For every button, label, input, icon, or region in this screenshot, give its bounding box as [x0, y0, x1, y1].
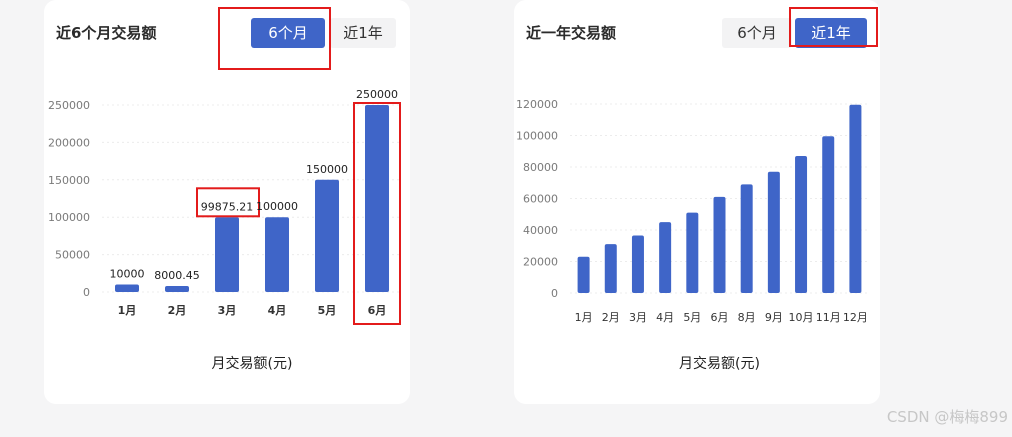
six-month-bar-chart: 0 50000 100000 150000 200000 250000 1月 10000 2月 8… [48, 88, 402, 372]
x-tick-label: 1月 [575, 311, 593, 324]
bar [631, 235, 644, 293]
x-tick-label: 2月 [168, 304, 187, 317]
y-tick-label: 150000 [48, 174, 90, 187]
x-tick-label: 1月 [118, 304, 137, 317]
x-tick-label: 6月 [711, 311, 729, 324]
y-tick-label: 200000 [48, 136, 90, 149]
y-tick-label: 60000 [523, 193, 558, 206]
six-month-chart-card: 近6个月交易额 6个月 近1年 0 50000 100000 150000 200000… [44, 0, 410, 404]
data-label: 10000 [110, 268, 145, 281]
one-year-chart-card: 近一年交易额 6个月 近1年 0 20000 40000 60000 80000 1000… [514, 0, 880, 404]
bar [767, 171, 780, 293]
x-tick-label: 3月 [218, 304, 237, 317]
y-tick-label: 100000 [516, 130, 558, 143]
y-tick-label: 0 [551, 287, 558, 300]
y-tick-label: 80000 [523, 161, 558, 174]
data-label: 250000 [356, 88, 398, 101]
bar [849, 104, 862, 293]
y-tick-label: 50000 [55, 249, 90, 262]
bar [713, 196, 726, 293]
x-tick-label: 5月 [683, 311, 701, 324]
bar [165, 286, 189, 292]
bar [215, 217, 239, 292]
bar [659, 222, 672, 293]
x-tick-label: 6月 [368, 304, 387, 317]
x-tick-label: 11月 [816, 311, 841, 324]
y-tick-label: 120000 [516, 98, 558, 111]
bar [686, 212, 699, 293]
bar [115, 284, 139, 292]
bar [365, 105, 389, 292]
bar [822, 136, 835, 293]
x-tick-label: 9月 [765, 311, 783, 324]
y-tick-label: 20000 [523, 256, 558, 269]
data-label: 100000 [256, 200, 298, 213]
bar [315, 179, 339, 292]
x-axis-title: 月交易额(元) [679, 355, 760, 372]
watermark: CSDN @梅梅899 [886, 408, 1008, 426]
bar [740, 184, 753, 293]
data-label: 8000.45 [154, 269, 200, 282]
x-tick-label: 8月 [738, 311, 756, 324]
x-tick-label: 4月 [268, 304, 287, 317]
x-tick-label: 12月 [843, 311, 868, 324]
y-tick-label: 100000 [48, 211, 90, 224]
x-axis-title: 月交易额(元) [212, 355, 293, 372]
y-tick-label: 250000 [48, 99, 90, 112]
x-tick-label: 5月 [318, 304, 337, 317]
bar [604, 244, 617, 293]
bar [577, 256, 590, 293]
one-year-bar-chart: 0 20000 40000 60000 80000 100000 120000 1月 2月 3月 4… [516, 98, 869, 372]
x-tick-label: 4月 [656, 311, 674, 324]
x-tick-label: 3月 [629, 311, 647, 324]
y-tick-label: 40000 [523, 224, 558, 237]
data-label: 150000 [306, 163, 348, 176]
x-tick-label: 10月 [789, 311, 814, 324]
y-tick-label: 0 [83, 286, 90, 299]
bar [795, 155, 808, 293]
x-tick-label: 2月 [602, 311, 620, 324]
bar [265, 217, 289, 292]
data-label: 99875.21 [201, 200, 254, 213]
